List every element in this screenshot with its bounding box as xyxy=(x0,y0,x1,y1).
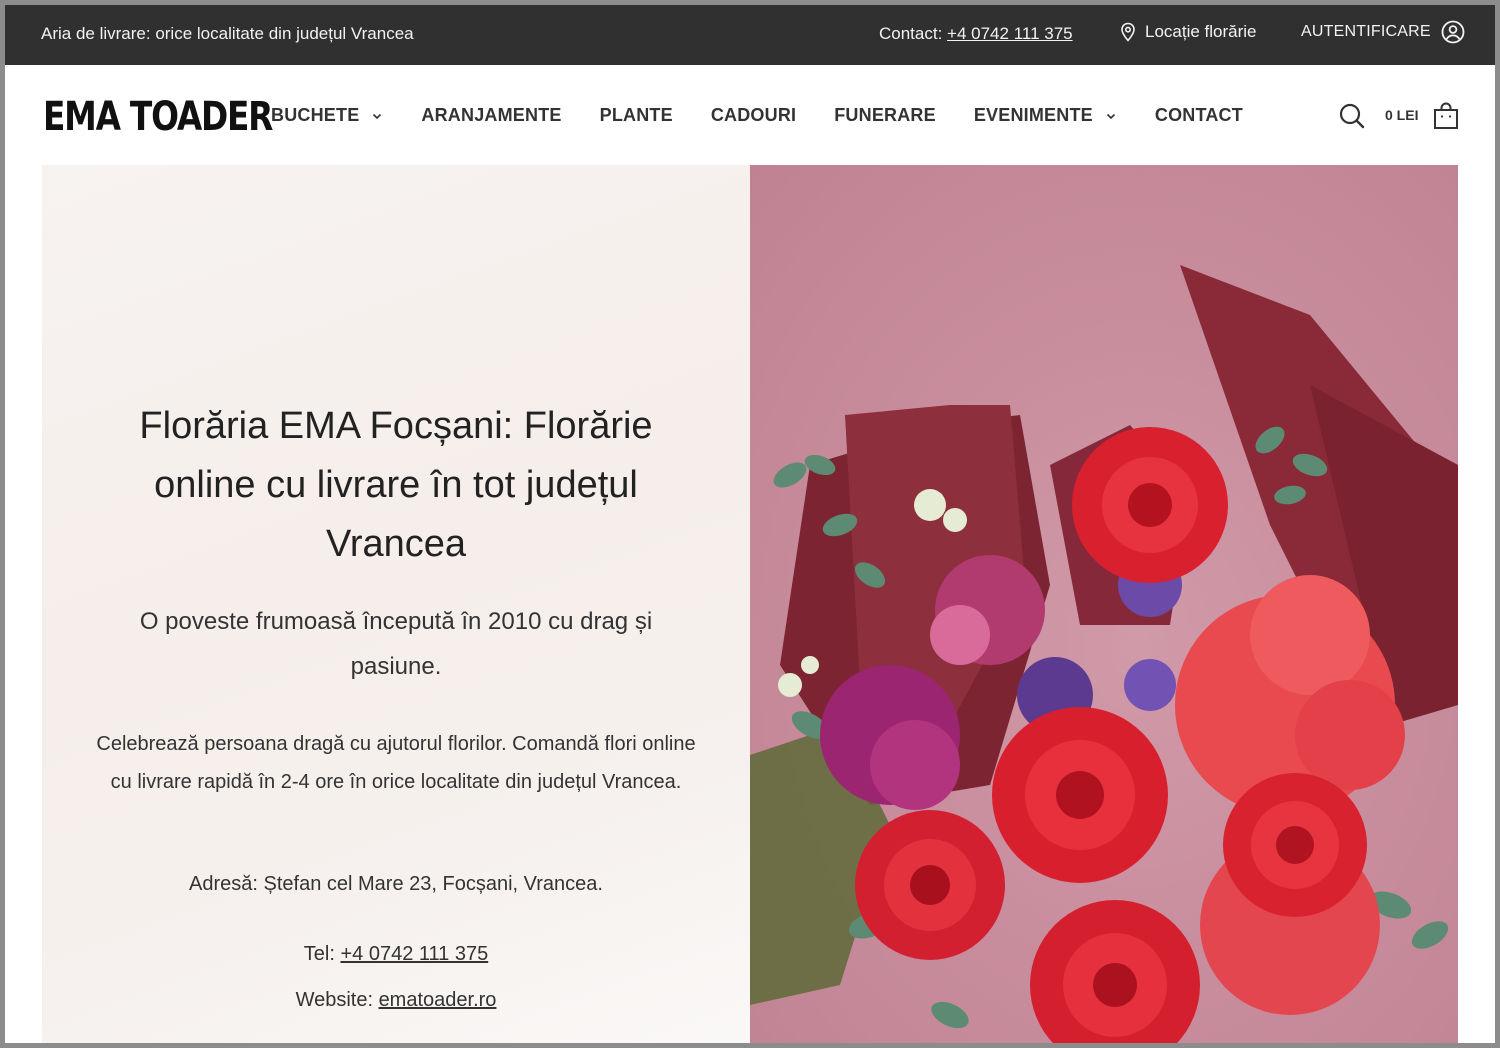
main-navigation: BUCHETE ARANJAMENTE PLANTE CADOURI FUNER… xyxy=(271,105,1281,126)
delivery-area-text: Aria de livrare: orice localitate din ju… xyxy=(41,24,414,43)
nav-label: CADOURI xyxy=(710,105,797,125)
nav-label: CONTACT xyxy=(1154,105,1243,125)
website-link[interactable]: ematoader.ro xyxy=(379,989,497,1011)
bouquet-illustration xyxy=(750,265,1458,1043)
contact-phone-link[interactable]: +4 0742 111 375 xyxy=(947,24,1073,43)
hero-description: Celebrează persoana dragă cu ajutorul fl… xyxy=(96,733,696,793)
contact-label: Contact: xyxy=(879,24,948,43)
cart-total[interactable]: 0 LEI xyxy=(1385,107,1418,123)
browser-viewport: Aria de livrare: orice localitate din ju… xyxy=(5,5,1495,1043)
nav-label: FUNERARE xyxy=(834,105,936,125)
search-icon[interactable] xyxy=(1338,102,1366,130)
nav-item-plante[interactable]: PLANTE xyxy=(600,105,673,126)
login-label: AUTENTIFICARE xyxy=(1301,23,1431,40)
topbar-contact: Contact: +4 0742 111 375 xyxy=(879,24,1073,44)
nav-label: EVENIMENTE xyxy=(973,105,1093,125)
site-logo[interactable]: EMA TOADER xyxy=(43,94,273,140)
hero-subtitle: O poveste frumoasă începută în 2010 cu d… xyxy=(139,608,653,680)
nav-item-funerare[interactable]: FUNERARE xyxy=(834,105,936,126)
tel-label: Tel: xyxy=(303,943,341,965)
user-icon xyxy=(1441,20,1465,44)
hero-bouquet-image xyxy=(750,165,1458,1043)
pin-icon xyxy=(1121,22,1135,42)
nav-item-aranjamente[interactable]: ARANJAMENTE xyxy=(421,105,561,126)
hero-text-panel: Florăria EMA Focșani: Florărie online cu… xyxy=(42,165,750,1043)
top-announcement-bar: Aria de livrare: orice localitate din ju… xyxy=(5,5,1495,65)
chevron-down-icon xyxy=(373,113,382,119)
location-label: Locație florărie xyxy=(1145,22,1257,41)
nav-label: PLANTE xyxy=(599,105,673,125)
chevron-down-icon xyxy=(1106,113,1115,119)
login-link[interactable]: AUTENTIFICARE xyxy=(1301,20,1465,44)
nav-item-cadouri[interactable]: CADOURI xyxy=(711,105,796,126)
site-header: EMA TOADER BUCHETE ARANJAMENTE PLANTE CA… xyxy=(5,65,1495,165)
nav-label: BUCHETE xyxy=(271,105,360,125)
shopping-bag-icon[interactable] xyxy=(1433,102,1459,130)
store-address: Adresă: Ștefan cel Mare 23, Focșani, Vra… xyxy=(189,873,603,895)
tel-link[interactable]: +4 0742 111 375 xyxy=(340,943,488,965)
nav-label: ARANJAMENTE xyxy=(421,105,562,125)
nav-item-buchete[interactable]: BUCHETE xyxy=(271,105,383,126)
website-label: Website: xyxy=(295,989,379,1011)
store-website: Website: ematoader.ro xyxy=(96,989,696,1012)
nav-item-evenimente[interactable]: EVENIMENTE xyxy=(974,105,1117,126)
nav-item-contact[interactable]: CONTACT xyxy=(1155,105,1243,126)
store-location-link[interactable]: Locație florărie xyxy=(1119,22,1257,42)
hero-title: Florăria EMA Focșani: Florărie online cu… xyxy=(139,405,653,565)
store-phone: Tel: +4 0742 111 375 xyxy=(96,943,696,966)
